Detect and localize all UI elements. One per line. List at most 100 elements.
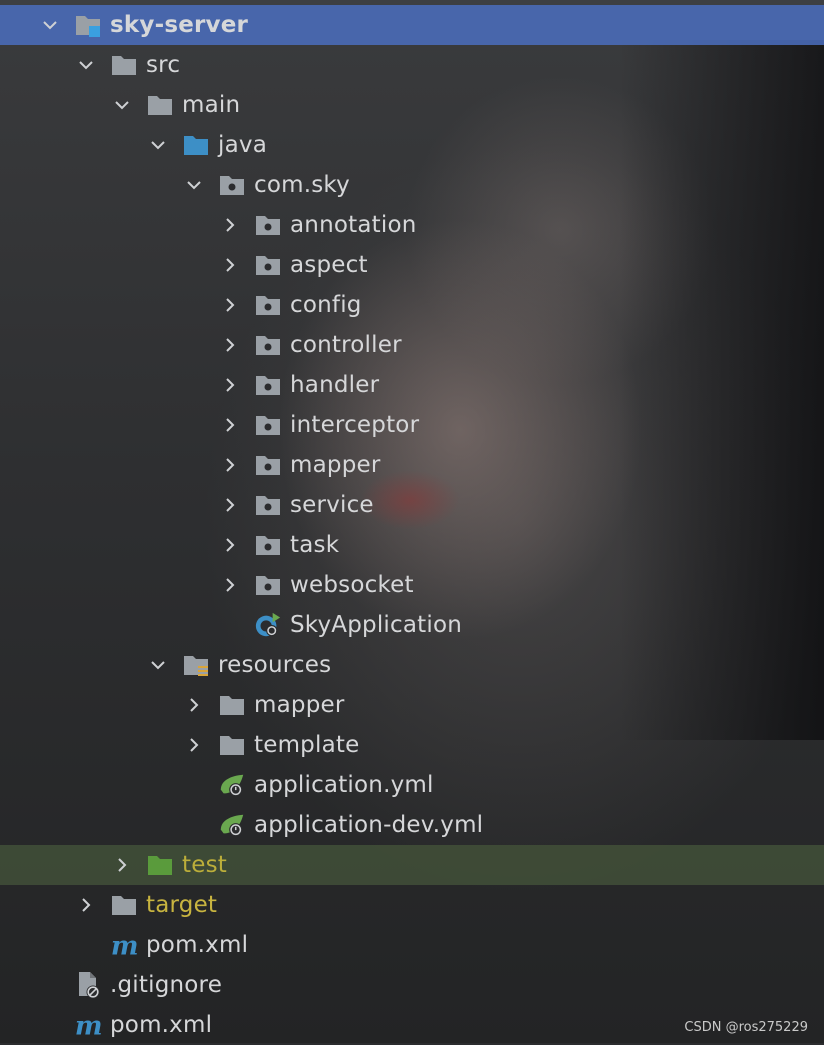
tree-row-label: config (290, 292, 362, 318)
tree-row-label: annotation (290, 212, 417, 238)
tree-row-label: template (254, 732, 360, 758)
tree-row-mapper-package[interactable]: mapper (0, 445, 824, 485)
package-icon (254, 331, 282, 359)
package-icon (254, 491, 282, 519)
tree-row-resources[interactable]: resources (0, 645, 824, 685)
tree-row-label: resources (218, 652, 332, 678)
ignored-file-icon (74, 971, 102, 999)
folder-icon (218, 691, 246, 719)
package-icon (254, 251, 282, 279)
tree-row-application-dev-yml[interactable]: application-dev.yml (0, 805, 824, 845)
spring-boot-app-icon (254, 611, 282, 639)
tree-row-label: handler (290, 372, 380, 398)
chevron-right-icon[interactable] (182, 693, 206, 717)
tree-row-label: controller (290, 332, 402, 358)
tree-row-label: target (146, 892, 218, 918)
tree-row-application-yml[interactable]: application.yml (0, 765, 824, 805)
tree-row-controller[interactable]: controller (0, 325, 824, 365)
package-icon (254, 571, 282, 599)
tree-row-label: application.yml (254, 772, 434, 798)
package-icon (254, 411, 282, 439)
tree-row-mapper-folder[interactable]: mapper (0, 685, 824, 725)
tree-row-label: interceptor (290, 412, 420, 438)
chevron-right-icon[interactable] (218, 293, 242, 317)
tree-row-label: com.sky (254, 172, 350, 198)
tree-row-skyapplication[interactable]: SkyApplication (0, 605, 824, 645)
tree-row-aspect[interactable]: aspect (0, 245, 824, 285)
tree-row-config[interactable]: config (0, 285, 824, 325)
tree-row-label: application-dev.yml (254, 812, 484, 838)
chevron-right-icon[interactable] (218, 333, 242, 357)
tree-row-target[interactable]: target (0, 885, 824, 925)
folder-icon (146, 91, 174, 119)
tree-row-template[interactable]: template (0, 725, 824, 765)
module-folder-icon (74, 11, 102, 39)
tree-row-label: src (146, 52, 181, 78)
package-icon (254, 211, 282, 239)
package-icon (254, 371, 282, 399)
tree-row-websocket[interactable]: websocket (0, 565, 824, 605)
tree-row-label: pom.xml (146, 932, 249, 958)
chevron-down-icon[interactable] (110, 93, 134, 117)
resources-folder-icon (182, 651, 210, 679)
tree-row-label: SkyApplication (290, 612, 463, 638)
package-icon (254, 531, 282, 559)
tree-row-label: mapper (254, 692, 345, 718)
package-icon (254, 291, 282, 319)
chevron-right-icon[interactable] (74, 893, 98, 917)
chevron-down-icon[interactable] (182, 173, 206, 197)
tree-row-sky-server[interactable]: sky-server (0, 5, 824, 45)
tree-row-label: aspect (290, 252, 368, 278)
chevron-right-icon[interactable] (218, 533, 242, 557)
folder-icon (110, 891, 138, 919)
chevron-right-icon[interactable] (218, 413, 242, 437)
chevron-right-icon[interactable] (218, 213, 242, 237)
tree-row-label: service (290, 492, 374, 518)
maven-icon: m (110, 931, 138, 959)
tree-row-main[interactable]: main (0, 85, 824, 125)
tree-row-interceptor[interactable]: interceptor (0, 405, 824, 445)
source-root-folder-icon (182, 131, 210, 159)
tree-row-service[interactable]: service (0, 485, 824, 525)
folder-icon (110, 51, 138, 79)
tree-row-gitignore[interactable]: .gitignore (0, 965, 824, 1005)
chevron-right-icon[interactable] (182, 733, 206, 757)
maven-icon: m (74, 1011, 102, 1039)
chevron-right-icon[interactable] (218, 453, 242, 477)
tree-row-java[interactable]: java (0, 125, 824, 165)
tree-row-test[interactable]: test (0, 845, 824, 885)
tree-row-src[interactable]: src (0, 45, 824, 85)
spring-config-icon (218, 771, 246, 799)
svg-text:m: m (111, 931, 138, 959)
chevron-right-icon[interactable] (218, 253, 242, 277)
tree-row-annotation[interactable]: annotation (0, 205, 824, 245)
chevron-right-icon[interactable] (218, 493, 242, 517)
project-tree: sky-server src main java com.sky annotat… (0, 5, 824, 1045)
chevron-down-icon[interactable] (38, 13, 62, 37)
tree-row-label: sky-server (110, 12, 249, 38)
test-folder-icon (146, 851, 174, 879)
watermark: CSDN @ros275229 (684, 1020, 808, 1035)
chevron-right-icon[interactable] (110, 853, 134, 877)
tree-row-com-sky[interactable]: com.sky (0, 165, 824, 205)
tree-row-label: task (290, 532, 340, 558)
tree-row-label: main (182, 92, 241, 118)
tree-row-label: java (218, 132, 267, 158)
svg-text:m: m (75, 1011, 102, 1039)
chevron-right-icon[interactable] (218, 373, 242, 397)
chevron-right-icon[interactable] (218, 573, 242, 597)
tree-row-label: pom.xml (110, 1012, 213, 1038)
tree-row-label: .gitignore (110, 972, 223, 998)
chevron-down-icon[interactable] (146, 653, 170, 677)
package-icon (254, 451, 282, 479)
spring-config-icon (218, 811, 246, 839)
chevron-down-icon[interactable] (146, 133, 170, 157)
tree-row-handler[interactable]: handler (0, 365, 824, 405)
package-icon (218, 171, 246, 199)
folder-icon (218, 731, 246, 759)
tree-row-label: test (182, 852, 227, 878)
tree-row-label: websocket (290, 572, 414, 598)
chevron-down-icon[interactable] (74, 53, 98, 77)
tree-row-pom-xml-module[interactable]: m pom.xml (0, 925, 824, 965)
tree-row-task[interactable]: task (0, 525, 824, 565)
